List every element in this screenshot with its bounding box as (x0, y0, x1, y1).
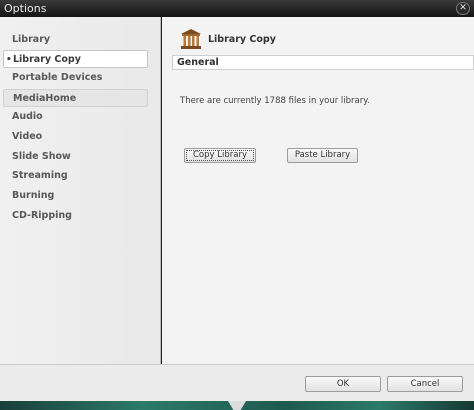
section-header-general: General (172, 55, 474, 70)
window-title: Options (4, 2, 47, 15)
sidebar-item-label: MediaHome (13, 93, 77, 104)
sidebar-item-mediahome[interactable]: MediaHome (3, 89, 148, 107)
close-icon[interactable]: ✕ (456, 2, 470, 15)
paste-library-button[interactable]: Paste Library (287, 148, 358, 163)
cancel-button[interactable]: Cancel (387, 376, 463, 392)
options-content-panel: Library Copy General There are currently… (162, 17, 474, 364)
sidebar-item-video[interactable]: Video (3, 128, 148, 146)
sidebar-item-label: Video (12, 131, 43, 142)
options-sidebar: Library • Library Copy Portable Devices … (0, 17, 161, 364)
title-bar: Options ✕ (0, 0, 474, 17)
sidebar-item-streaming[interactable]: Streaming (3, 167, 148, 185)
sidebar-item-audio[interactable]: Audio (3, 108, 148, 126)
sidebar-item-label: Library Copy (13, 54, 81, 65)
taskbar-notch (228, 401, 246, 410)
sidebar-item-label: CD-Ripping (12, 210, 72, 221)
taskbar-strip (0, 401, 474, 410)
ok-button[interactable]: OK (305, 376, 381, 392)
library-file-count-text: There are currently 1788 files in your l… (180, 96, 370, 106)
sidebar-item-label: Slide Show (12, 151, 71, 162)
copy-library-button[interactable]: Copy Library (184, 148, 256, 163)
sidebar-item-label: Library (12, 34, 51, 45)
sidebar-item-slide-show[interactable]: Slide Show (3, 148, 148, 166)
sidebar-item-library[interactable]: Library (3, 31, 148, 49)
sidebar-item-label: Streaming (12, 170, 68, 181)
selected-bullet-icon: • (6, 55, 12, 65)
sidebar-item-cd-ripping[interactable]: CD-Ripping (3, 207, 148, 225)
sidebar-item-portable-devices[interactable]: Portable Devices (3, 69, 148, 87)
sidebar-item-burning[interactable]: Burning (3, 187, 148, 205)
sidebar-item-library-copy[interactable]: • Library Copy (3, 50, 148, 68)
dialog-button-bar: OK Cancel (0, 364, 474, 401)
page-title: Library Copy (208, 34, 276, 45)
sidebar-item-label: Audio (12, 111, 43, 122)
library-building-icon (181, 29, 201, 49)
sidebar-item-label: Portable Devices (12, 72, 103, 83)
sidebar-item-label: Burning (12, 190, 55, 201)
